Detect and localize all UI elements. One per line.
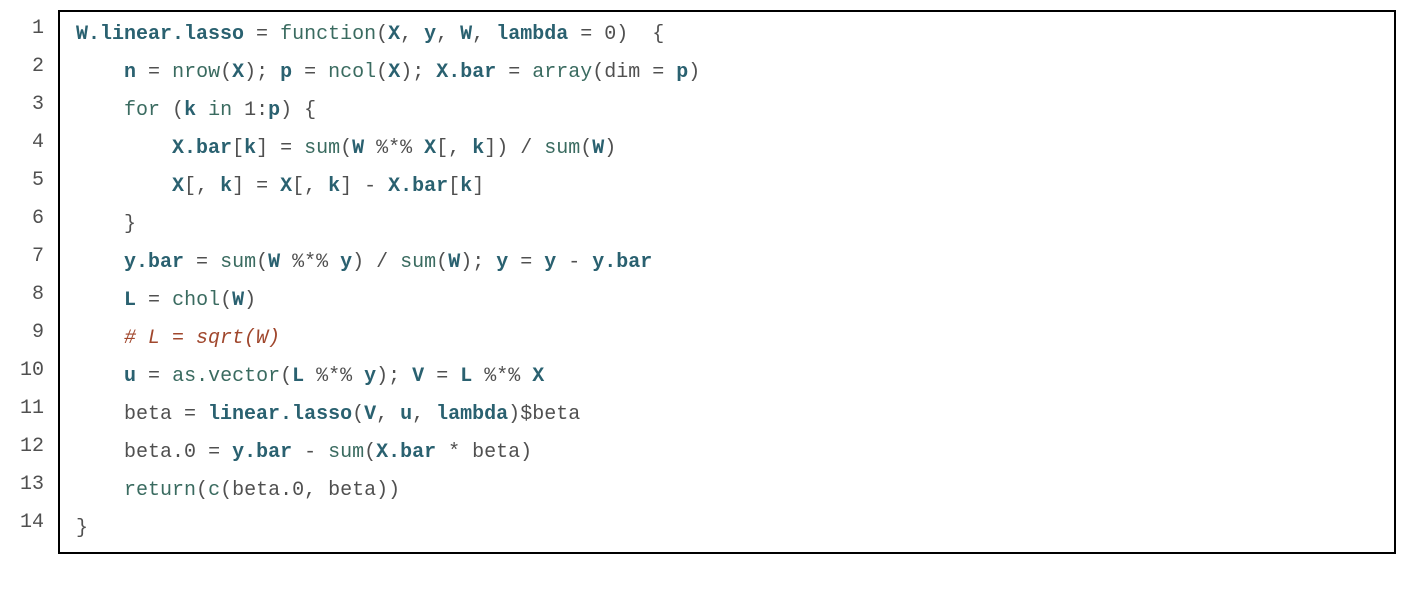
line-number: 13 [20,466,44,504]
line-number: 5 [20,162,44,200]
code-line: W.linear.lasso = function(X, y, W, lambd… [76,16,1378,54]
line-number: 3 [20,86,44,124]
line-number: 9 [20,314,44,352]
line-number: 6 [20,200,44,238]
line-number: 12 [20,428,44,466]
line-number: 8 [20,276,44,314]
line-number-gutter: 1 2 3 4 5 6 7 8 9 10 11 12 13 14 [20,10,58,554]
code-line: n = nrow(X); p = ncol(X); X.bar = array(… [76,54,1378,92]
line-number: 14 [20,504,44,542]
code-line: return(c(beta.0, beta)) [76,472,1378,510]
line-number: 2 [20,48,44,86]
code-line: } [76,510,1378,548]
line-number: 1 [20,10,44,48]
code-line: beta.0 = y.bar - sum(X.bar * beta) [76,434,1378,472]
line-number: 11 [20,390,44,428]
code-line: y.bar = sum(W %*% y) / sum(W); y = y - y… [76,244,1378,282]
code-box: W.linear.lasso = function(X, y, W, lambd… [58,10,1396,554]
code-line: X.bar[k] = sum(W %*% X[, k]) / sum(W) [76,130,1378,168]
code-listing: 1 2 3 4 5 6 7 8 9 10 11 12 13 14 W.linea… [20,10,1396,554]
code-line: L = chol(W) [76,282,1378,320]
line-number: 4 [20,124,44,162]
code-line: for (k in 1:p) { [76,92,1378,130]
line-number: 7 [20,238,44,276]
code-line: X[, k] = X[, k] - X.bar[k] [76,168,1378,206]
line-number: 10 [20,352,44,390]
code-line: u = as.vector(L %*% y); V = L %*% X [76,358,1378,396]
code-line: } [76,206,1378,244]
code-line: # L = sqrt(W) [76,320,1378,358]
code-line: beta = linear.lasso(V, u, lambda)$beta [76,396,1378,434]
